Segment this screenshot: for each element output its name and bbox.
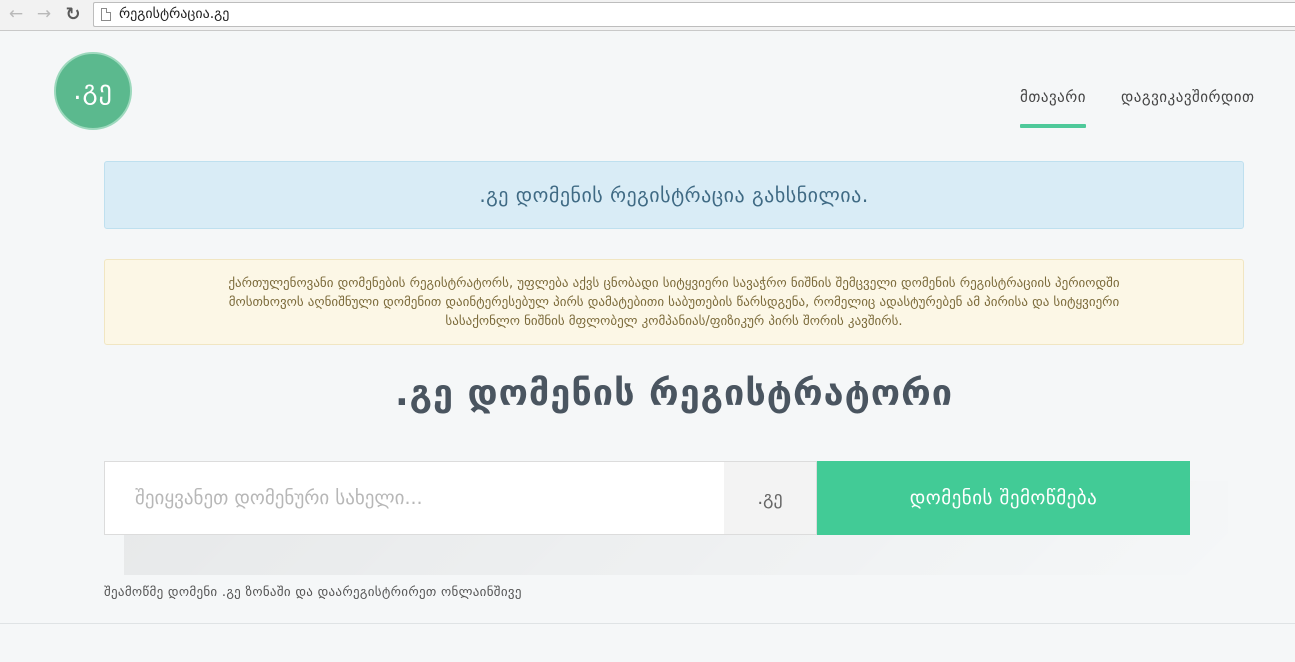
- info-alert-text: .გე დომენის რეგისტრაცია გახსნილია.: [479, 183, 869, 207]
- page-icon: [101, 8, 111, 21]
- forward-arrow-icon[interactable]: →: [33, 3, 55, 25]
- logo-text: .გე: [73, 76, 113, 106]
- search-hint-text: შეამოწმე დომენი .გე ზონაში და დაარეგისტრ…: [104, 585, 522, 600]
- nav-link-contact[interactable]: დაგვიკავშირდით: [1121, 88, 1255, 106]
- check-domain-button[interactable]: დომენის შემოწმება: [817, 461, 1190, 535]
- browser-toolbar: ← → ↻ რეგისტრაცია.გე: [0, 0, 1295, 31]
- back-arrow-icon[interactable]: ←: [5, 3, 27, 25]
- url-text[interactable]: რეგისტრაცია.გე: [119, 6, 229, 22]
- warning-line: სასაქონლო ნიშნის მფლობელ კომპანიას/ფიზიკ…: [445, 313, 903, 329]
- warning-line: მოსთხოვოს აღნიშნული დომენით დაინტერესებუ…: [228, 294, 1120, 310]
- address-bar[interactable]: რეგისტრაცია.გე: [93, 2, 1295, 27]
- nav-link-home[interactable]: მთავარი: [1020, 88, 1086, 128]
- reload-icon[interactable]: ↻: [62, 3, 84, 25]
- check-domain-button-label: დომენის შემოწმება: [909, 487, 1098, 509]
- tld-label: .გე: [724, 461, 817, 535]
- site-logo[interactable]: .გე: [54, 52, 132, 130]
- warning-line: ქართულენოვანი დომენების რეგისტრატორს, უფ…: [228, 276, 1120, 291]
- page-title: .გე დომენის რეგისტრატორი: [394, 373, 954, 414]
- warning-alert: ქართულენოვანი დომენების რეგისტრატორს, უფ…: [104, 259, 1244, 345]
- info-alert: .გე დომენის რეგისტრაცია გახსნილია.: [104, 161, 1244, 229]
- domain-search-input[interactable]: [104, 461, 725, 535]
- footer-divider: [0, 623, 1295, 624]
